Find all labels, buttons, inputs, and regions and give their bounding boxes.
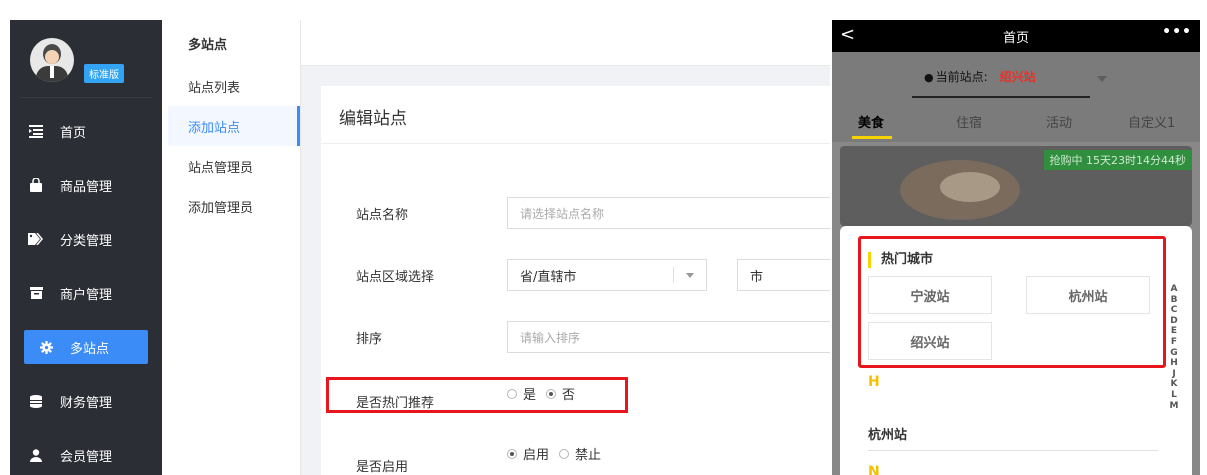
tag-icon	[28, 231, 44, 247]
food-image-detail	[940, 172, 1000, 202]
sub-navigation: 多站点 站点列表 添加站点 站点管理员 添加管理员	[168, 20, 300, 475]
subnav-item-site-list[interactable]: 站点列表	[168, 66, 300, 106]
province-value: 省/直辖市	[520, 269, 577, 285]
page-title: 编辑站点	[321, 86, 830, 144]
sidebar-item-label: 多站点	[70, 341, 110, 357]
avatar[interactable]	[30, 38, 74, 82]
edit-site-card: 编辑站点 站点名称 请选择站点名称 站点区域选择 省/直辖市 市 排序 请输入排…	[321, 86, 830, 475]
station-bar: ● 当前站点: 绍兴站	[832, 52, 1200, 102]
site-name-input[interactable]: 请选择站点名称	[507, 197, 830, 229]
letter-heading-h: H	[868, 374, 880, 390]
highlight-box-hot-cities	[858, 236, 1166, 368]
sort-label: 排序	[356, 331, 383, 347]
divider	[868, 450, 1158, 451]
alpha-f[interactable]: F	[1171, 337, 1177, 348]
chevron-down-icon	[686, 273, 694, 278]
sidebar-item-members[interactable]: 会员管理	[10, 428, 162, 475]
subnav-item-site-admins[interactable]: 站点管理员	[168, 146, 300, 186]
alpha-j[interactable]: J	[1172, 369, 1175, 380]
tab-custom1[interactable]: 自定义1	[1128, 112, 1175, 131]
profile-area: 标准版	[20, 20, 152, 98]
subnav-item-add-site[interactable]: 添加站点	[168, 106, 300, 146]
enable-off-label[interactable]: 禁止	[575, 444, 601, 463]
form-row-sort: 排序 请输入排序	[321, 321, 830, 353]
form-row-region: 站点区域选择 省/直辖市 市	[321, 259, 830, 291]
category-tabs: 美食 住宿 活动 自定义1	[832, 102, 1200, 142]
alpha-l[interactable]: L	[1171, 390, 1177, 401]
phone-title: 首页	[1002, 31, 1029, 46]
highlight-box-hot-recommend	[326, 377, 628, 413]
city-value: 市	[750, 269, 764, 285]
sidebar-item-label: 商户管理	[60, 287, 113, 303]
alpha-h[interactable]: H	[1170, 358, 1178, 369]
sidebar-item-multisite[interactable]: 多站点	[24, 330, 148, 364]
alpha-a[interactable]: A	[1171, 284, 1178, 295]
location-pin-icon: ●	[924, 71, 934, 84]
countdown-timer: 抢购中 15天23时14分44秒	[1043, 150, 1192, 170]
tab-lodging[interactable]: 住宿	[956, 112, 982, 131]
list-icon	[28, 123, 44, 139]
alpha-c[interactable]: C	[1171, 305, 1178, 316]
sidebar-item-label: 会员管理	[60, 449, 113, 465]
enable-off-radio[interactable]	[559, 448, 570, 459]
city-picker-sheet: 热门城市 宁波站 杭州站 绍兴站 H 杭州站 N A B C D E F G H…	[840, 226, 1192, 475]
active-tab-indicator	[852, 136, 892, 139]
sidebar-item-merchants[interactable]: 商户管理	[10, 266, 162, 320]
mobile-preview: < 首页 ••• ● 当前站点: 绍兴站 美食 住宿 活动 自定义1 抢购中 15天…	[832, 20, 1200, 475]
sidebar-item-finance[interactable]: 财务管理	[10, 374, 162, 428]
letter-heading-n: N	[868, 464, 880, 475]
sidebar-item-products[interactable]: 商品管理	[10, 158, 162, 212]
alpha-g[interactable]: G	[1170, 348, 1177, 359]
sidebar-item-label: 财务管理	[60, 395, 113, 411]
sidebar-item-categories[interactable]: 分类管理	[10, 212, 162, 266]
product-banner[interactable]: 抢购中 15天23时14分44秒	[840, 146, 1192, 226]
sidebar-item-label: 首页	[60, 125, 87, 141]
station-underline	[912, 96, 1090, 98]
user-icon	[28, 447, 44, 463]
alpha-k[interactable]: K	[1171, 379, 1178, 390]
sort-input[interactable]: 请输入排序	[507, 321, 830, 353]
alpha-e[interactable]: E	[1171, 326, 1177, 337]
sidebar-item-label: 商品管理	[60, 179, 113, 195]
tab-activities[interactable]: 活动	[1046, 112, 1072, 131]
station-value: 绍兴站	[999, 70, 1036, 84]
tab-food[interactable]: 美食	[858, 112, 884, 131]
bag-icon	[28, 177, 44, 193]
city-select[interactable]: 市	[737, 259, 830, 291]
enable-label: 是否启用	[356, 460, 409, 475]
alpha-m[interactable]: M	[1170, 401, 1179, 412]
sidebar-item-home[interactable]: 首页	[10, 104, 162, 158]
alpha-b[interactable]: B	[1171, 295, 1178, 306]
subnav-item-add-admin[interactable]: 添加管理员	[168, 186, 300, 226]
city-list-item-hangzhou[interactable]: 杭州站	[868, 424, 907, 443]
sidebar-item-label: 分类管理	[60, 233, 113, 249]
more-icon[interactable]: •••	[1162, 24, 1192, 40]
main-sidebar: 标准版 首页 商品管理 分类管理 商户管理 多站点 财务管理 会员管理	[10, 20, 162, 475]
gear-icon	[38, 339, 54, 355]
store-icon	[28, 285, 44, 301]
subnav-title: 多站点	[188, 37, 228, 53]
province-select[interactable]: 省/直辖市	[507, 259, 707, 291]
chevron-down-icon[interactable]	[1097, 76, 1107, 82]
form-row-enable: 是否启用 启用 禁止	[321, 444, 830, 475]
alpha-d[interactable]: D	[1170, 316, 1177, 327]
current-station[interactable]: ● 当前站点: 绍兴站	[924, 68, 1036, 85]
station-label: 当前站点:	[935, 70, 988, 84]
enable-on-radio[interactable]	[507, 448, 517, 459]
edition-badge: 标准版	[84, 64, 124, 83]
site-name-label: 站点名称	[356, 207, 409, 223]
region-label: 站点区域选择	[356, 269, 435, 285]
enable-on-label[interactable]: 启用	[523, 444, 549, 463]
database-icon	[28, 393, 44, 409]
alphabet-index[interactable]: A B C D E F G H J K L M	[1168, 284, 1180, 411]
phone-header: < 首页 •••	[832, 20, 1200, 52]
form-row-name: 站点名称 请选择站点名称	[321, 197, 830, 229]
top-bar	[301, 20, 830, 66]
enable-radio-group: 启用 禁止	[507, 444, 611, 463]
